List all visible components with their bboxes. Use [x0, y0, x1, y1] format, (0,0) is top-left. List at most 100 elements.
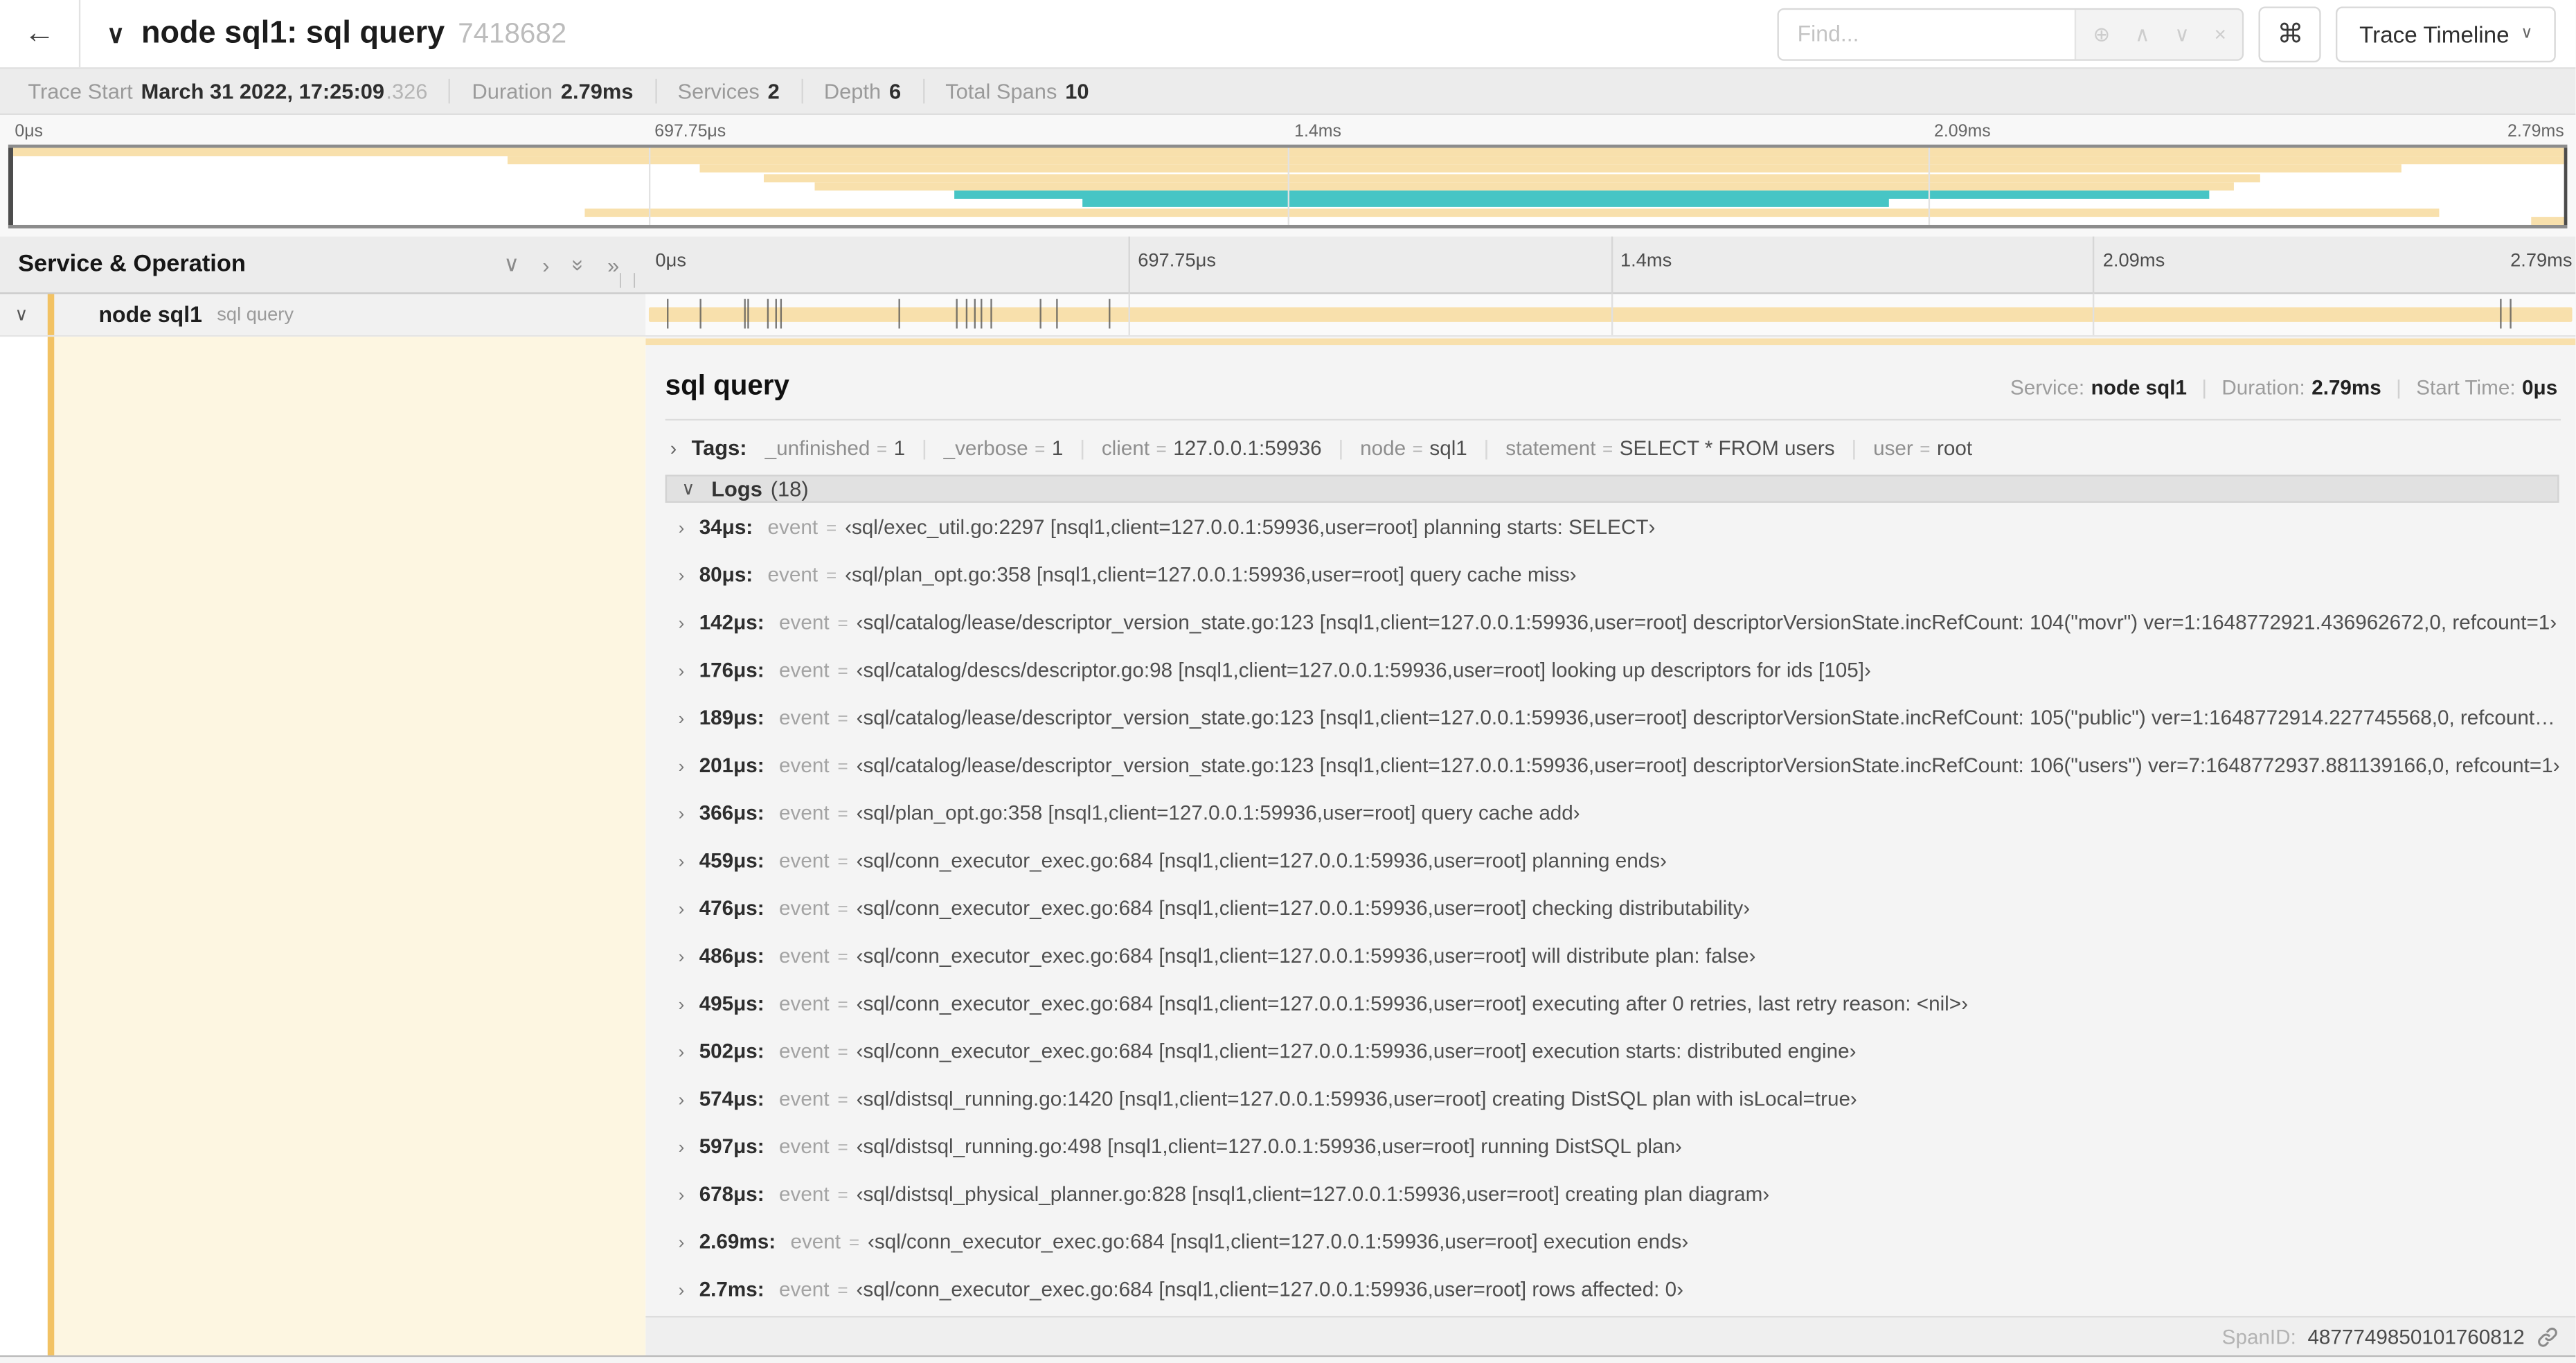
- log-entry-row[interactable]: › 574μs: event = ‹sql/distsql_running.go…: [679, 1074, 2561, 1122]
- locate-icon[interactable]: ⊕: [2093, 21, 2111, 46]
- log-expand-chevron-icon[interactable]: ›: [679, 661, 685, 681]
- log-event-value: ‹sql/conn_executor_exec.go:684 [nsql1,cl…: [856, 943, 1756, 967]
- meta-separator: |: [2201, 376, 2208, 400]
- trace-view-selector[interactable]: Trace Timeline ∨: [2336, 6, 2556, 62]
- log-timestamp: 2.69ms:: [699, 1229, 776, 1253]
- trace-minimap: 0μs 697.75μs 1.4ms 2.09ms 2.79ms: [0, 115, 2576, 237]
- log-expand-chevron-icon[interactable]: ›: [679, 1185, 685, 1204]
- expand-one-icon[interactable]: ›: [542, 252, 549, 277]
- log-entry-row[interactable]: › 486μs: event = ‹sql/conn_executor_exec…: [679, 932, 2561, 979]
- log-entry-row[interactable]: › 176μs: event = ‹sql/catalog/descs/desc…: [679, 645, 2561, 693]
- log-entry-row[interactable]: › 142μs: event = ‹sql/catalog/lease/desc…: [679, 598, 2561, 645]
- span-id-label: SpanID:: [2221, 1325, 2296, 1348]
- log-event-value: ‹sql/catalog/lease/descriptor_version_st…: [856, 753, 2560, 776]
- log-entries: › 34μs: event = ‹sql/exec_util.go:2297 […: [665, 503, 2561, 1316]
- log-entry-row[interactable]: › 495μs: event = ‹sql/conn_executor_exec…: [679, 979, 2561, 1027]
- log-event-key: event: [779, 1039, 830, 1062]
- equals-sign: =: [837, 804, 848, 824]
- tag-key: user: [1873, 436, 1913, 461]
- log-entry-row[interactable]: › 80μs: event = ‹sql/plan_opt.go:358 [ns…: [679, 551, 2561, 598]
- log-expand-chevron-icon[interactable]: ›: [679, 1042, 685, 1062]
- log-event-key: event: [779, 896, 830, 920]
- span-detail-header: sql query Service: node sql1 | Duration:…: [665, 359, 2561, 421]
- grid-line: [2093, 236, 2095, 294]
- minimap-span-bar: [763, 173, 2260, 182]
- span-collapse-chevron-icon[interactable]: ∨: [15, 304, 28, 325]
- log-marker: [767, 299, 769, 329]
- log-expand-chevron-icon[interactable]: ›: [679, 1138, 685, 1157]
- column-resizer-handle[interactable]: ❘❘: [614, 271, 643, 289]
- log-expand-chevron-icon[interactable]: ›: [679, 518, 685, 537]
- minimap-span-bar: [507, 156, 2568, 165]
- equals-sign: =: [825, 566, 837, 586]
- log-entry-row[interactable]: › 34μs: event = ‹sql/exec_util.go:2297 […: [679, 503, 2561, 551]
- log-entry-row[interactable]: › 2.69ms: event = ‹sql/conn_executor_exe…: [679, 1218, 2561, 1265]
- log-entry-row[interactable]: › 189μs: event = ‹sql/catalog/lease/desc…: [679, 693, 2561, 741]
- span-row[interactable]: ∨ node sql1 sql query: [0, 294, 2576, 337]
- find-buttons: ⊕ ∧ ∨ ×: [2075, 9, 2243, 59]
- span-timeline-cell[interactable]: [645, 294, 2576, 335]
- find-prev-icon[interactable]: ∧: [2135, 21, 2150, 46]
- log-event-value: ‹sql/distsql_running.go:1420 [nsql1,clie…: [856, 1087, 1857, 1110]
- log-expand-chevron-icon[interactable]: ›: [679, 614, 685, 633]
- log-event-key: event: [779, 1087, 830, 1110]
- log-expand-chevron-icon[interactable]: ›: [679, 947, 685, 966]
- grid-line: [647, 148, 650, 225]
- jaeger-trace-page: ← ∨ node sql1: sql query 7418682 ⊕ ∧ ∨ ×…: [0, 0, 2576, 1363]
- minimap-range-handle-left[interactable]: [8, 148, 12, 225]
- tag-separator: |: [1851, 435, 1857, 461]
- log-expand-chevron-icon[interactable]: ›: [679, 756, 685, 776]
- ruler-tick-label: 2.09ms: [2102, 251, 2165, 271]
- timeline-ruler: 0μs 697.75μs 1.4ms 2.09ms 2.79ms: [645, 236, 2575, 294]
- tags-label: Tags:: [691, 435, 747, 461]
- log-entry-row[interactable]: › 459μs: event = ‹sql/conn_executor_exec…: [679, 836, 2561, 884]
- log-expand-chevron-icon[interactable]: ›: [679, 1281, 685, 1300]
- minimap-span-bar: [699, 165, 2401, 174]
- grid-line: [1287, 148, 1290, 225]
- equals-sign: =: [837, 661, 848, 682]
- log-entry-row[interactable]: › 502μs: event = ‹sql/conn_executor_exec…: [679, 1027, 2561, 1075]
- log-expand-chevron-icon[interactable]: ›: [679, 1090, 685, 1110]
- title-chevron-down-icon[interactable]: ∨: [107, 19, 125, 48]
- log-marker: [2500, 299, 2502, 329]
- log-expand-chevron-icon[interactable]: ›: [679, 566, 685, 585]
- header-controls: ⊕ ∧ ∨ × ⌘ Trace Timeline ∨: [1778, 6, 2556, 62]
- equals-sign: =: [876, 440, 888, 461]
- log-entry-row[interactable]: › 678μs: event = ‹sql/distsql_physical_p…: [679, 1170, 2561, 1218]
- deep-link-icon[interactable]: [2536, 1325, 2559, 1348]
- log-expand-chevron-icon[interactable]: ›: [679, 1233, 685, 1252]
- log-expand-chevron-icon[interactable]: ›: [679, 995, 685, 1014]
- view-selector-label: Trace Timeline: [2359, 20, 2510, 47]
- equals-sign: =: [837, 1185, 848, 1205]
- log-event-value: ‹sql/distsql_running.go:498 [nsql1,clien…: [856, 1134, 1682, 1158]
- minimap-canvas[interactable]: [8, 144, 2568, 229]
- logs-section-header[interactable]: ∨ Logs (18): [665, 474, 2559, 503]
- keyboard-shortcuts-button[interactable]: ⌘: [2259, 6, 2322, 62]
- log-entry-row[interactable]: › 597μs: event = ‹sql/distsql_running.go…: [679, 1122, 2561, 1170]
- log-expand-chevron-icon[interactable]: ›: [679, 709, 685, 729]
- collapse-one-icon[interactable]: ∨: [503, 251, 519, 278]
- minimap-range-handle-right[interactable]: [2563, 148, 2568, 225]
- tag-key: _verbose: [943, 436, 1028, 461]
- log-event-key: event: [779, 991, 830, 1015]
- find-next-icon[interactable]: ∨: [2174, 21, 2190, 46]
- log-event-key: event: [778, 1277, 830, 1301]
- back-button[interactable]: ←: [0, 0, 81, 68]
- tags-row[interactable]: › Tags: _unfinished = 1 | _verbose = 1 |…: [665, 420, 2561, 474]
- log-event-key: event: [779, 657, 830, 682]
- grid-line: [1610, 294, 1613, 335]
- find-input[interactable]: [1779, 9, 2075, 59]
- log-expand-chevron-icon[interactable]: ›: [679, 804, 685, 823]
- minimap-span-bar: [814, 181, 2235, 190]
- log-event-value: ‹sql/plan_opt.go:358 [nsql1,client=127.0…: [856, 801, 1580, 824]
- log-expand-chevron-icon[interactable]: ›: [679, 852, 685, 871]
- detail-span-bar: [645, 338, 2576, 346]
- log-entry-row[interactable]: › 366μs: event = ‹sql/plan_opt.go:358 [n…: [679, 789, 2561, 837]
- log-entry-row[interactable]: › 476μs: event = ‹sql/conn_executor_exec…: [679, 884, 2561, 932]
- log-entry-row[interactable]: › 201μs: event = ‹sql/catalog/lease/desc…: [679, 741, 2561, 789]
- log-entry-row[interactable]: › 2.7ms: event = ‹sql/conn_executor_exec…: [679, 1265, 2561, 1312]
- log-expand-chevron-icon[interactable]: ›: [679, 900, 685, 919]
- collapse-all-icon[interactable]: »: [566, 258, 591, 270]
- find-clear-icon[interactable]: ×: [2215, 22, 2226, 45]
- tags-expand-chevron-icon[interactable]: ›: [670, 437, 677, 460]
